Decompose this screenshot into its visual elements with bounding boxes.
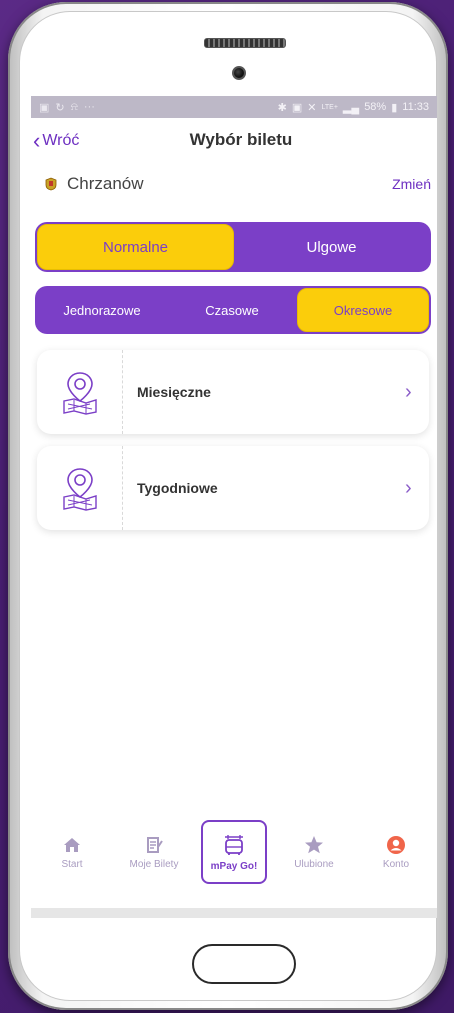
nav-label: Moje Bilety <box>129 858 179 870</box>
notification-icon: ⍾ <box>70 100 78 113</box>
nfc-icon: ▣ <box>291 101 303 114</box>
ticket-icon-box <box>37 350 123 434</box>
nav-ulubione[interactable]: Ulubione <box>279 835 349 870</box>
ticket-card-miesieczne[interactable]: Miesięczne › <box>37 350 429 434</box>
network-type: LTE+ <box>321 103 338 111</box>
sync-icon: ↻ <box>55 101 65 114</box>
tab-okresowe[interactable]: Okresowe <box>297 288 429 332</box>
change-city-link[interactable]: Zmień <box>392 176 431 192</box>
city-crest-icon <box>45 177 57 191</box>
mute-icon: ✕ <box>307 101 317 114</box>
app-screen: ▣ ↻ ⍾ ··· ✱ ▣ ✕ LTE+ ▂▄ 58% ▮ 11:33 ‹ Wr… <box>31 96 437 918</box>
battery-icon: ▮ <box>391 101 398 114</box>
tab-ulgowe[interactable]: Ulgowe <box>234 224 429 270</box>
nav-mpay-go[interactable]: mPay Go! <box>201 820 267 884</box>
city-name: Chrzanów <box>67 174 144 193</box>
nav-label: Ulubione <box>294 858 334 870</box>
tab-jednorazowe[interactable]: Jednorazowe <box>37 288 167 332</box>
ticket-type-selector: Normalne Ulgowe <box>35 222 431 272</box>
tickets-icon <box>147 836 163 853</box>
city-row: Chrzanów Zmień <box>31 164 437 204</box>
map-pin-icon <box>62 372 97 415</box>
home-button[interactable] <box>192 944 296 984</box>
battery-percent: 58% <box>364 101 387 113</box>
clock: 11:33 <box>402 101 429 113</box>
nav-label: Konto <box>382 858 410 870</box>
tab-czasowe[interactable]: Czasowe <box>167 288 297 332</box>
nav-label: Start <box>61 858 83 870</box>
ticket-label: Miesięczne <box>137 384 211 400</box>
ticket-period-selector: Jednorazowe Czasowe Okresowe <box>35 286 431 334</box>
ticket-card-tygodniowe[interactable]: Tygodniowe › <box>37 446 429 530</box>
ticket-label: Tygodniowe <box>137 480 218 496</box>
chevron-right-icon: › <box>405 476 412 499</box>
tab-normalne[interactable]: Normalne <box>37 224 234 270</box>
nav-moje-bilety[interactable]: Moje Bilety <box>119 835 189 870</box>
signal-icon: ▂▄ <box>342 101 360 114</box>
header: ‹ Wróć Wybór biletu <box>31 118 437 164</box>
nav-start[interactable]: Start <box>37 835 107 870</box>
gallery-icon: ▣ <box>39 101 50 114</box>
bottom-band <box>31 908 437 918</box>
home-icon <box>64 837 80 852</box>
bottom-nav: Start Moje Bilety mPay Go! Ulubione Kont… <box>31 812 437 892</box>
star-icon <box>305 835 323 853</box>
nav-konto[interactable]: Konto <box>361 835 431 870</box>
account-icon <box>387 835 405 854</box>
front-camera <box>232 66 246 80</box>
status-bar: ▣ ↻ ⍾ ··· ✱ ▣ ✕ LTE+ ▂▄ 58% ▮ 11:33 <box>31 96 437 118</box>
nav-label: mPay Go! <box>210 860 258 872</box>
ticket-icon-box <box>37 446 123 530</box>
chevron-right-icon: › <box>405 380 412 403</box>
map-pin-icon <box>62 468 97 511</box>
speaker-grille <box>204 38 286 48</box>
more-icon: ··· <box>83 101 95 113</box>
bluetooth-icon: ✱ <box>277 101 287 114</box>
bus-icon <box>225 834 243 855</box>
page-title: Wybór biletu <box>189 130 293 149</box>
